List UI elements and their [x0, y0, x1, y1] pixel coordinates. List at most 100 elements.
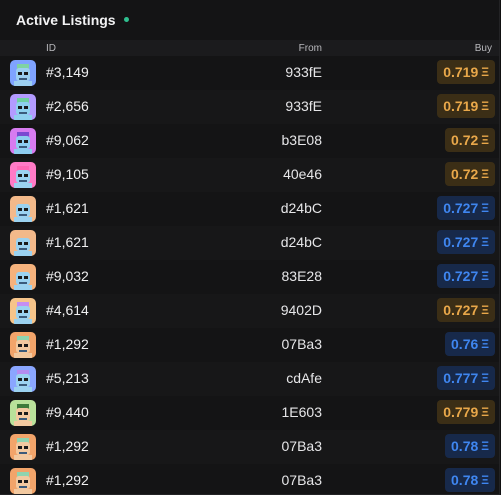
table-row[interactable]: #1,292 07Ba3 0.76 Ξ	[0, 328, 499, 362]
column-buy: Buy	[474, 43, 492, 54]
buy-price: 0.72	[451, 166, 479, 182]
buy-price: 0.72	[451, 132, 479, 148]
panel-header: Active Listings	[0, 0, 499, 40]
listing-id: #3,149	[46, 64, 89, 80]
eth-icon: Ξ	[481, 65, 489, 79]
table-row[interactable]: #9,105 40e46 0.72 Ξ	[0, 158, 499, 192]
buy-button[interactable]: 0.727 Ξ	[437, 196, 495, 220]
listing-from: 9402D	[280, 302, 322, 318]
listing-id: #9,032	[46, 268, 89, 284]
nft-avatar[interactable]	[10, 468, 36, 494]
table-row[interactable]: #9,062 b3E08 0.72 Ξ	[0, 124, 499, 158]
table-row[interactable]: #1,292 07Ba3 0.78 Ξ	[0, 430, 499, 464]
listing-from: 07Ba3	[281, 438, 322, 454]
table-row[interactable]: #5,213 cdAfe 0.777 Ξ	[0, 362, 499, 396]
nft-avatar[interactable]	[10, 196, 36, 222]
column-id: ID	[46, 43, 56, 54]
listing-from: b3E08	[281, 132, 322, 148]
buy-price: 0.78	[451, 438, 479, 454]
eth-icon: Ξ	[481, 473, 489, 487]
table-row[interactable]: #1,621 d24bC 0.727 Ξ	[0, 226, 499, 260]
buy-button[interactable]: 0.779 Ξ	[437, 400, 495, 424]
buy-button[interactable]: 0.78 Ξ	[445, 468, 495, 492]
listing-rows: #3,149 933fE 0.719 Ξ #2,656 933fE 0.719 Ξ #9,062…	[0, 56, 499, 494]
listing-id: #1,621	[46, 200, 89, 216]
nft-avatar[interactable]	[10, 332, 36, 358]
buy-button[interactable]: 0.727 Ξ	[437, 264, 495, 288]
buy-price: 0.727	[443, 200, 479, 216]
nft-avatar[interactable]	[10, 264, 36, 290]
buy-price: 0.779	[443, 404, 479, 420]
listing-id: #4,614	[46, 302, 89, 318]
eth-icon: Ξ	[481, 303, 489, 317]
eth-icon: Ξ	[481, 99, 489, 113]
nft-avatar[interactable]	[10, 162, 36, 188]
listing-id: #1,292	[46, 336, 89, 352]
column-header-row: ID From Buy	[0, 40, 499, 56]
nft-avatar[interactable]	[10, 60, 36, 86]
eth-icon: Ξ	[481, 371, 489, 385]
eth-icon: Ξ	[481, 201, 489, 215]
buy-button[interactable]: 0.719 Ξ	[437, 94, 495, 118]
listing-id: #1,621	[46, 234, 89, 250]
buy-button[interactable]: 0.72 Ξ	[445, 162, 495, 186]
nft-avatar[interactable]	[10, 94, 36, 120]
listing-from: 933fE	[285, 64, 322, 80]
eth-icon: Ξ	[481, 439, 489, 453]
buy-price: 0.727	[443, 268, 479, 284]
table-row[interactable]: #1,621 d24bC 0.727 Ξ	[0, 192, 499, 226]
buy-button[interactable]: 0.727 Ξ	[437, 230, 495, 254]
listing-from: d24bC	[280, 234, 322, 250]
listing-id: #9,440	[46, 404, 89, 420]
listing-id: #9,105	[46, 166, 89, 182]
listing-from: 83E28	[281, 268, 322, 284]
buy-price: 0.727	[443, 234, 479, 250]
listing-from: cdAfe	[286, 370, 322, 386]
listing-id: #2,656	[46, 98, 89, 114]
table-row[interactable]: #9,440 1E603 0.779 Ξ	[0, 396, 499, 430]
buy-price: 0.719	[443, 64, 479, 80]
buy-button[interactable]: 0.777 Ξ	[437, 366, 495, 390]
buy-button[interactable]: 0.719 Ξ	[437, 60, 495, 84]
nft-avatar[interactable]	[10, 400, 36, 426]
table-row[interactable]: #1,292 07Ba3 0.78 Ξ	[0, 464, 499, 494]
nft-avatar[interactable]	[10, 128, 36, 154]
nft-avatar[interactable]	[10, 298, 36, 324]
listing-from: 07Ba3	[281, 336, 322, 352]
listing-from: d24bC	[280, 200, 322, 216]
table-row[interactable]: #9,032 83E28 0.727 Ξ	[0, 260, 499, 294]
eth-icon: Ξ	[481, 235, 489, 249]
listing-id: #9,062	[46, 132, 89, 148]
buy-price: 0.777	[443, 370, 479, 386]
buy-price: 0.78	[451, 472, 479, 488]
buy-button[interactable]: 0.78 Ξ	[445, 434, 495, 458]
table-row[interactable]: #4,614 9402D 0.727 Ξ	[0, 294, 499, 328]
listing-id: #1,292	[46, 438, 89, 454]
buy-button[interactable]: 0.727 Ξ	[437, 298, 495, 322]
eth-icon: Ξ	[481, 405, 489, 419]
listing-from: 40e46	[283, 166, 322, 182]
eth-icon: Ξ	[481, 269, 489, 283]
buy-button[interactable]: 0.76 Ξ	[445, 332, 495, 356]
panel-title: Active Listings	[16, 12, 116, 28]
active-listings-panel: Active Listings ID From Buy #3,149 933fE 0…	[0, 0, 500, 495]
buy-price: 0.719	[443, 98, 479, 114]
buy-price: 0.76	[451, 336, 479, 352]
nft-avatar[interactable]	[10, 230, 36, 256]
listing-id: #5,213	[46, 370, 89, 386]
table-row[interactable]: #2,656 933fE 0.719 Ξ	[0, 90, 499, 124]
nft-avatar[interactable]	[10, 366, 36, 392]
table-row[interactable]: #3,149 933fE 0.719 Ξ	[0, 56, 499, 90]
listing-from: 933fE	[285, 98, 322, 114]
buy-button[interactable]: 0.72 Ξ	[445, 128, 495, 152]
nft-avatar[interactable]	[10, 434, 36, 460]
live-indicator-icon	[123, 16, 129, 22]
listing-from: 07Ba3	[281, 472, 322, 488]
eth-icon: Ξ	[481, 167, 489, 181]
column-from: From	[298, 43, 322, 54]
eth-icon: Ξ	[481, 133, 489, 147]
listing-id: #1,292	[46, 472, 89, 488]
buy-price: 0.727	[443, 302, 479, 318]
listing-from: 1E603	[281, 404, 322, 420]
eth-icon: Ξ	[481, 337, 489, 351]
